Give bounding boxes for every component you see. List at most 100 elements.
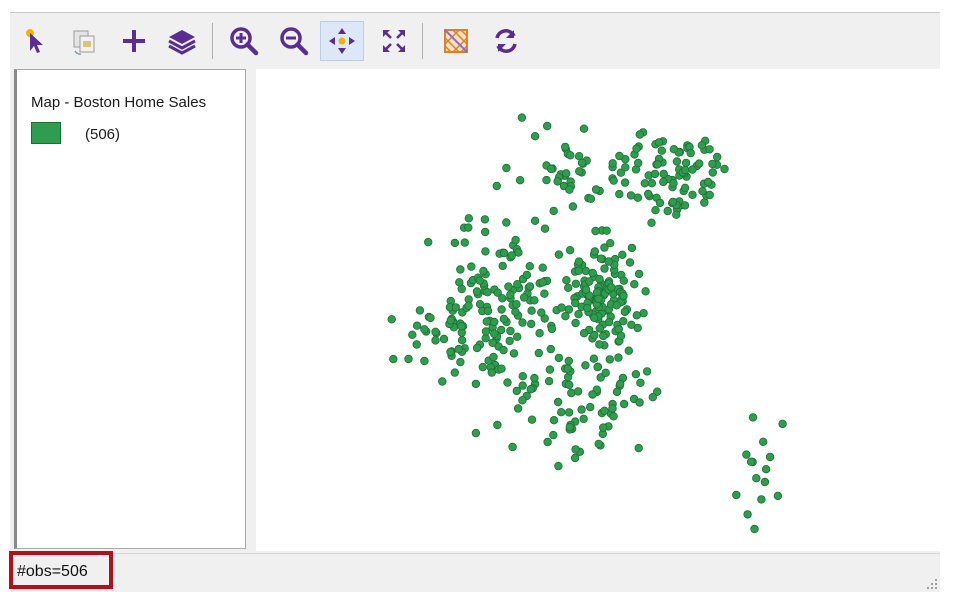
home-sale-point[interactable] [625,258,635,267]
home-sale-point[interactable] [609,176,618,185]
home-sale-point[interactable] [591,226,600,236]
home-sale-point[interactable] [526,385,535,394]
home-sale-point[interactable] [525,282,535,291]
home-sale-point[interactable] [475,276,484,285]
home-sale-point[interactable] [586,194,596,203]
home-sale-point[interactable] [663,206,672,216]
home-sale-point[interactable] [708,159,717,169]
home-sale-point[interactable] [426,313,435,323]
home-sale-point[interactable] [525,261,534,271]
home-sale-point[interactable] [579,329,589,338]
home-sale-point[interactable] [498,261,507,271]
home-sale-point[interactable] [506,290,515,299]
home-sale-point[interactable] [518,396,527,405]
home-sale-point[interactable] [549,416,559,425]
home-sale-point[interactable] [651,205,660,215]
home-sale-point[interactable] [595,274,604,284]
home-sale-point[interactable] [616,331,626,340]
home-sale-point[interactable] [488,338,497,347]
home-sale-point[interactable] [773,491,783,501]
home-sale-point[interactable] [619,399,629,409]
home-sale-point[interactable] [420,356,429,366]
home-sale-point[interactable] [446,347,455,357]
copy-layer-button[interactable] [62,21,106,61]
home-sale-point[interactable] [457,322,466,331]
home-sale-point[interactable] [497,364,506,373]
home-sale-point[interactable] [594,294,603,303]
home-sale-point[interactable] [681,165,690,175]
home-sale-point[interactable] [553,177,562,186]
home-sale-point[interactable] [489,329,499,338]
home-sale-point[interactable] [600,264,609,273]
home-sale-point[interactable] [757,495,766,504]
home-sale-point[interactable] [595,324,604,333]
home-sale-point[interactable] [412,340,421,349]
home-sale-point[interactable] [579,124,589,133]
home-sale-point[interactable] [566,151,575,160]
home-sale-point[interactable] [681,158,691,168]
home-sale-point[interactable] [621,163,630,172]
home-sale-point[interactable] [530,131,540,141]
home-sale-point[interactable] [619,291,628,301]
home-sale-point[interactable] [438,377,447,386]
home-sale-point[interactable] [630,279,639,289]
home-sale-point[interactable] [615,189,624,199]
home-sale-point[interactable] [538,263,547,272]
home-sale-point[interactable] [591,185,601,194]
home-sale-point[interactable] [647,178,657,188]
home-sale-point[interactable] [624,346,633,355]
home-sale-point[interactable] [596,254,606,263]
home-sale-point[interactable] [467,262,476,271]
home-sale-point[interactable] [612,387,622,397]
home-sale-point[interactable] [420,325,429,334]
home-sale-point[interactable] [627,320,636,329]
home-sale-point[interactable] [464,223,473,232]
home-sale-point[interactable] [518,318,527,327]
home-sale-point[interactable] [708,168,717,177]
home-sale-point[interactable] [615,151,624,161]
home-sale-point[interactable] [571,298,580,308]
home-sale-point[interactable] [600,406,609,415]
home-sale-point[interactable] [752,474,761,483]
home-sale-point[interactable] [636,378,645,387]
home-sale-point[interactable] [472,343,482,353]
home-sale-point[interactable] [761,465,771,474]
home-sale-point[interactable] [705,190,714,200]
home-sale-point[interactable] [705,145,714,154]
home-sale-point[interactable] [571,318,580,328]
zoom-out-button[interactable] [272,21,316,61]
home-sale-point[interactable] [570,453,580,463]
home-sale-point[interactable] [431,336,440,345]
home-sale-point[interactable] [648,393,657,402]
home-sale-point[interactable] [742,450,751,459]
home-sale-point[interactable] [618,250,627,259]
home-sale-point[interactable] [564,356,573,366]
home-sale-point[interactable] [471,379,481,389]
home-sale-point[interactable] [672,210,681,219]
home-sale-point[interactable] [543,121,552,131]
home-sale-point[interactable] [490,317,499,327]
home-sale-point[interactable] [519,293,529,302]
home-sale-point[interactable] [508,442,517,452]
home-sale-point[interactable] [530,373,539,383]
home-sale-point[interactable] [748,413,758,422]
home-sale-point[interactable] [669,179,678,188]
home-sale-point[interactable] [545,365,555,374]
full-extent-button[interactable] [372,21,416,61]
refresh-button[interactable] [484,21,528,61]
home-sale-point[interactable] [585,277,594,286]
home-sale-point[interactable] [568,202,578,211]
home-sale-point[interactable] [564,408,574,417]
home-sale-point[interactable] [732,490,741,500]
home-sale-point[interactable] [654,138,664,147]
home-sale-point[interactable] [605,355,614,364]
home-sale-point[interactable] [616,379,625,389]
home-sale-point[interactable] [513,279,522,289]
home-sale-point[interactable] [607,283,616,292]
home-sale-point[interactable] [713,152,722,162]
basemap-button[interactable] [434,21,478,61]
home-sale-point[interactable] [765,452,775,462]
home-sale-point[interactable] [389,354,398,364]
home-sale-point[interactable] [746,457,756,466]
home-sale-point[interactable] [499,248,509,258]
